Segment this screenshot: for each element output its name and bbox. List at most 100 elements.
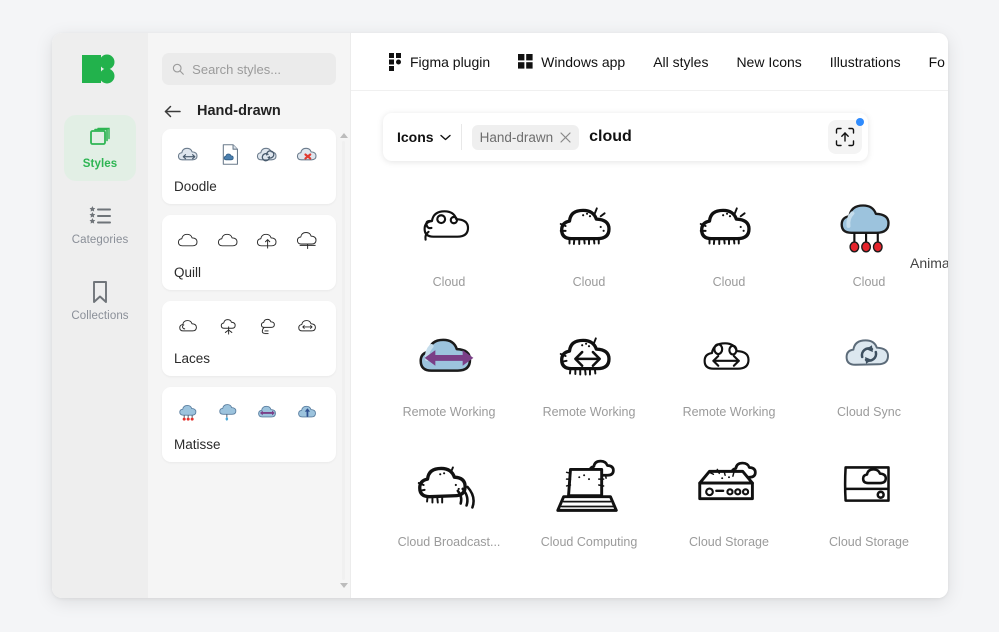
windows-icon (518, 54, 533, 69)
sidebar-item-label: Collections (71, 309, 129, 322)
nav-label: Fo (928, 53, 945, 70)
card-icon-previews (174, 313, 324, 338)
icon-result-item[interactable]: Cloud (659, 189, 799, 319)
icon-result-label: Cloud Broadcast... (397, 535, 501, 549)
filter-chip-hand-drawn[interactable]: Hand-drawn (471, 124, 580, 150)
style-card-doodle[interactable]: Doodle (162, 129, 336, 204)
cloud-arrows-laces-icon (298, 320, 316, 332)
breadcrumb: Hand-drawn (164, 103, 336, 119)
nav-windows-app[interactable]: Windows app (518, 54, 625, 70)
cloud-network-quill-icon (296, 232, 317, 249)
bookmark-icon (93, 280, 107, 303)
icon-result-item[interactable]: Cloud Sync (799, 319, 939, 449)
nav-figma-plugin[interactable]: Figma plugin (389, 52, 491, 71)
icon-result-label: Remote Working (682, 405, 776, 419)
sidebar-item-styles[interactable]: Styles (64, 115, 136, 181)
scrollbar-track[interactable] (342, 141, 345, 580)
main-panel: Figma plugin Windows app All styles New … (351, 33, 948, 598)
style-card-laces[interactable]: Laces (162, 301, 336, 376)
cloud-broadcast-icon (417, 466, 475, 509)
cloud-quill-icon (177, 233, 198, 247)
cloud-error-doodle-icon (296, 147, 317, 161)
sidebar-item-collections[interactable]: Collections (64, 267, 136, 333)
cloud-file-doodle-icon (222, 144, 238, 165)
style-card-label: Quill (174, 265, 202, 280)
icon-result-item[interactable]: Cloud (379, 189, 519, 319)
layers-icon (90, 127, 110, 145)
cloud-plug-laces-icon (261, 318, 276, 335)
asset-type-select[interactable]: Icons (397, 129, 451, 145)
nav-all-styles[interactable]: All styles (653, 54, 708, 70)
cloud-server-icon (698, 461, 757, 501)
icon-result-item[interactable]: Cloud Storage (659, 449, 799, 579)
cloud-arrows-sketch-icon (559, 337, 611, 376)
close-icon[interactable] (560, 131, 571, 143)
arrow-left-icon[interactable] (164, 105, 181, 118)
cloud-quill-icon (217, 233, 238, 247)
cloud-arrows-doodle-icon (177, 147, 198, 161)
style-card-matisse[interactable]: Matisse (162, 387, 336, 462)
icon-result-label: Cloud (712, 275, 746, 289)
cloud-laptop-icon (556, 459, 618, 512)
cloud-upload-matisse-icon (298, 405, 316, 418)
icon-result-label: Cloud (572, 275, 606, 289)
icons8-logo[interactable] (80, 51, 120, 87)
icon-result-item[interactable]: Cloud Storage (799, 449, 939, 579)
icon-result-item[interactable]: Cloud (519, 189, 659, 319)
page-title: Hand-drawn (197, 103, 281, 119)
icon-search-bar[interactable]: Icons Hand-drawn cloud Anima (383, 113, 948, 271)
card-icon-previews (174, 227, 324, 252)
cloud-sketch-icon (559, 207, 611, 245)
nav-illustrations[interactable]: Illustrations (830, 54, 901, 70)
nav-label: New Icons (736, 53, 802, 70)
icon-results-grid: Cloud Cloud Cloud Cloud Remote Working R… (351, 161, 948, 598)
nav-fonts-truncated[interactable]: Fo (929, 54, 945, 70)
cloud-sync-color-icon (845, 339, 889, 366)
styles-list-scrollbar[interactable] (339, 133, 348, 588)
animated-filter-label[interactable]: Animated (910, 255, 948, 271)
icon-result-item[interactable]: Remote Working (379, 319, 519, 449)
scroll-up-arrow-icon[interactable] (339, 133, 348, 138)
icon-result-label: Cloud Storage (829, 535, 909, 549)
scroll-down-arrow-icon[interactable] (339, 583, 348, 588)
sidebar-item-label: Styles (82, 157, 118, 170)
cloud-drive-line-icon (843, 466, 890, 502)
search-styles-input[interactable] (192, 61, 326, 77)
cloud-rain-color-icon (840, 204, 890, 253)
icon-result-item[interactable]: Cloud Broadcast... (379, 449, 519, 579)
cloud-arrows-line-icon (703, 342, 750, 370)
asset-type-label: Icons (397, 129, 434, 145)
cloud-drop-matisse-icon (218, 404, 236, 421)
icon-result-label: Cloud (432, 275, 466, 289)
card-icon-previews (174, 141, 324, 166)
icon-result-item[interactable]: Cloud (799, 189, 939, 319)
icon-result-item[interactable]: Cloud Computing (519, 449, 659, 579)
style-card-label: Laces (174, 351, 211, 366)
icon-result-label: Remote Working (542, 405, 636, 419)
style-search-box[interactable] (162, 53, 336, 85)
icon-result-label: Cloud (852, 275, 886, 289)
sidebar-item-label: Categories (71, 233, 129, 246)
nav-label: Figma plugin (410, 53, 491, 70)
icon-result-item[interactable]: Remote Working (519, 319, 659, 449)
sidebar-item-categories[interactable]: Categories (64, 191, 136, 257)
divider (460, 124, 462, 150)
cloud-laces-icon (179, 320, 197, 332)
cloud-sync-doodle-icon (257, 147, 277, 162)
search-query-input[interactable]: cloud (589, 128, 818, 146)
cloud-arrows-matisse-icon (258, 405, 277, 418)
styles-list-panel: Hand-drawn (148, 33, 351, 598)
nav-new-icons[interactable]: New Icons (736, 54, 801, 70)
figma-icon (389, 52, 401, 71)
upload-image-button[interactable] (828, 118, 864, 154)
search-icon (172, 63, 184, 75)
upload-image-icon (835, 127, 855, 147)
chevron-down-icon (439, 134, 451, 140)
style-card-quill[interactable]: Quill (162, 215, 336, 290)
cloud-sketch-icon (699, 207, 751, 245)
icon-result-item[interactable]: Remote Working (659, 319, 799, 449)
sidebar-rail: Styles Categories Collections (52, 33, 148, 598)
filter-chip-label: Hand-drawn (479, 129, 554, 145)
cloud-rain-matisse-icon (179, 404, 197, 421)
cloud-arrows-color-icon (419, 338, 474, 372)
